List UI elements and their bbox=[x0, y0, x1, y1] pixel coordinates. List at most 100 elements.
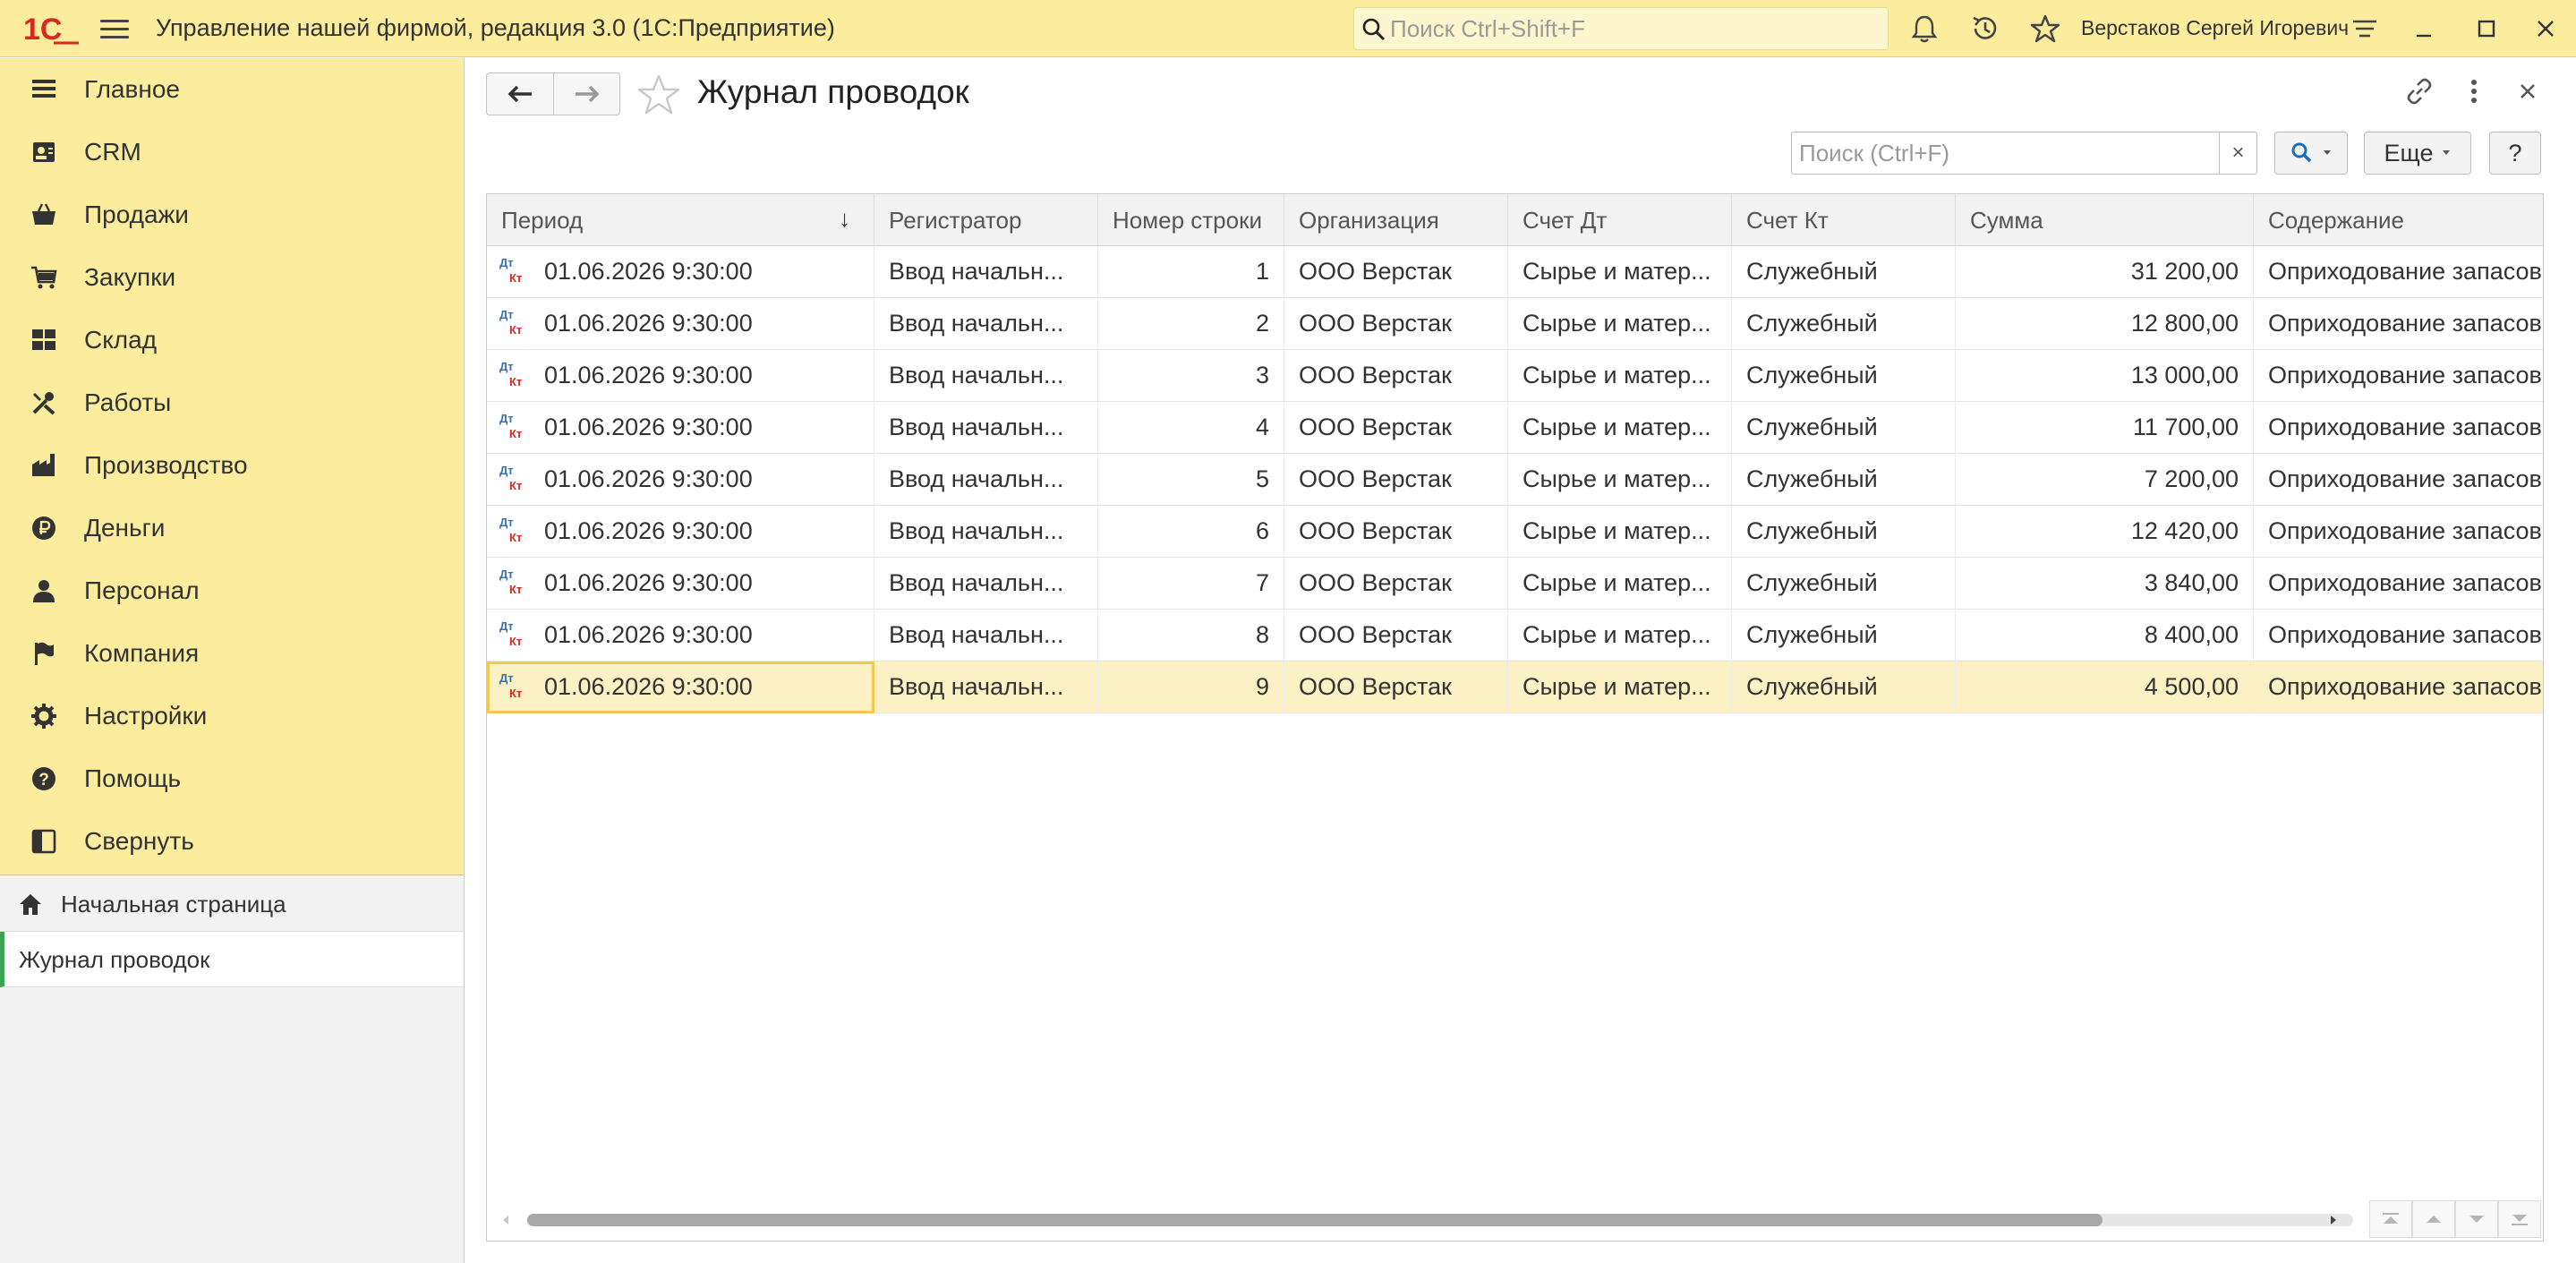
cell-amount: 13 000,00 bbox=[1956, 350, 2254, 402]
settings-menu-icon[interactable] bbox=[2349, 13, 2381, 45]
minimize-icon[interactable] bbox=[2408, 13, 2440, 45]
warehouse-icon bbox=[32, 329, 55, 350]
section-settings[interactable]: Настройки bbox=[0, 687, 464, 746]
section-works[interactable]: Работы bbox=[0, 373, 464, 432]
scroll-left-arrow-icon[interactable] bbox=[501, 1215, 510, 1225]
list-search[interactable]: × bbox=[1791, 132, 2257, 175]
column-header-credit-account[interactable]: Счет Кт bbox=[1732, 194, 1956, 246]
column-header-period[interactable]: Период ↓ bbox=[487, 194, 874, 246]
cell-registrar: Ввод начальн... bbox=[874, 558, 1098, 610]
cell-registrar: Ввод начальн... bbox=[874, 402, 1098, 454]
cell-period: 01.06.2026 9:30:00 bbox=[487, 558, 874, 610]
column-header-debit-account[interactable]: Счет Дт bbox=[1508, 194, 1732, 246]
cell-period: 01.06.2026 9:30:00 bbox=[487, 661, 874, 713]
search-button[interactable] bbox=[2274, 132, 2348, 175]
global-search[interactable] bbox=[1353, 7, 1889, 50]
table-row[interactable]: 01.06.2026 9:30:00 Ввод начальн... 3 ООО Ве… bbox=[487, 350, 2543, 402]
table-row[interactable]: 01.06.2026 9:30:00 Ввод начальн... 9 ООО Ве… bbox=[487, 661, 2543, 713]
section-help[interactable]: ? Помощь bbox=[0, 749, 464, 808]
arrow-left-icon bbox=[508, 85, 532, 103]
scroll-right-arrow-icon[interactable] bbox=[2329, 1215, 2338, 1225]
scroll-to-bottom-button[interactable] bbox=[2498, 1200, 2541, 1238]
table-row[interactable]: 01.06.2026 9:30:00 Ввод начальн... 4 ООО Ве… bbox=[487, 402, 2543, 454]
cart-icon bbox=[31, 266, 57, 289]
bell-icon[interactable] bbox=[1908, 13, 1941, 45]
svg-text:Дт: Дт bbox=[499, 619, 514, 633]
navigation-buttons bbox=[486, 73, 620, 115]
section-label: Компания bbox=[84, 639, 200, 667]
list-search-input[interactable] bbox=[1799, 138, 2211, 168]
sections-panel: Главное CRM Продажи Закупки Склад Работы… bbox=[0, 58, 464, 875]
table-row[interactable]: 01.06.2026 9:30:00 Ввод начальн... 6 ООО Ве… bbox=[487, 506, 2543, 558]
cell-debit-account: Сырье и матер... bbox=[1508, 246, 1732, 298]
cell-organization: ООО Верстак bbox=[1284, 454, 1508, 506]
cell-amount: 4 500,00 bbox=[1956, 661, 2254, 713]
cell-debit-account: Сырье и матер... bbox=[1508, 298, 1732, 350]
section-crm[interactable]: CRM bbox=[0, 123, 464, 182]
add-to-favorites-star-icon[interactable] bbox=[636, 73, 681, 116]
table-row[interactable]: 01.06.2026 9:30:00 Ввод начальн... 7 ООО Ве… bbox=[487, 558, 2543, 610]
cell-registrar: Ввод начальн... bbox=[874, 350, 1098, 402]
page-down-button[interactable] bbox=[2455, 1200, 2498, 1238]
cell-credit-account: Служебный bbox=[1732, 298, 1956, 350]
help-button[interactable]: ? bbox=[2489, 132, 2541, 175]
cell-credit-account: Служебный bbox=[1732, 610, 1956, 661]
cell-line-number: 9 bbox=[1098, 661, 1284, 713]
more-button[interactable]: Еще bbox=[2364, 132, 2471, 175]
1c-logo: 1С bbox=[23, 13, 79, 47]
svg-text:Кт: Кт bbox=[509, 479, 522, 492]
history-icon[interactable] bbox=[1969, 13, 2001, 45]
maximize-icon[interactable] bbox=[2470, 13, 2503, 45]
horizontal-scroll-thumb[interactable] bbox=[527, 1214, 2103, 1226]
section-main[interactable]: Главное bbox=[0, 60, 464, 119]
more-actions-icon[interactable] bbox=[2458, 75, 2490, 107]
dropdown-arrow-icon bbox=[2443, 150, 2451, 155]
cell-period: 01.06.2026 9:30:00 bbox=[487, 454, 874, 506]
table-row[interactable]: 01.06.2026 9:30:00 Ввод начальн... 5 ООО Ве… bbox=[487, 454, 2543, 506]
section-purchases[interactable]: Закупки bbox=[0, 248, 464, 307]
table-row[interactable]: 01.06.2026 9:30:00 Ввод начальн... 8 ООО Ве… bbox=[487, 610, 2543, 661]
open-window-label: Начальная страница bbox=[61, 891, 286, 917]
section-company[interactable]: Компания bbox=[0, 624, 464, 683]
section-sales[interactable]: Продажи bbox=[0, 185, 464, 244]
svg-text:Дт: Дт bbox=[499, 256, 514, 269]
column-header-amount[interactable]: Сумма bbox=[1956, 194, 2254, 246]
section-money[interactable]: Деньги bbox=[0, 499, 464, 558]
section-production[interactable]: Производство bbox=[0, 436, 464, 495]
scroll-to-top-button[interactable] bbox=[2369, 1200, 2412, 1238]
column-header-organization[interactable]: Организация bbox=[1284, 194, 1508, 246]
debit-credit-entry-icon: Дт Кт bbox=[499, 412, 522, 440]
list-icon bbox=[32, 80, 55, 98]
double-down-icon bbox=[2512, 1215, 2528, 1225]
section-collapse[interactable]: Свернуть bbox=[0, 812, 464, 871]
clear-search-button[interactable]: × bbox=[2219, 132, 2256, 174]
section-label: Персонал bbox=[84, 576, 200, 604]
close-form-icon[interactable] bbox=[2512, 75, 2544, 107]
column-header-registrar[interactable]: Регистратор bbox=[874, 194, 1098, 246]
cell-amount: 8 400,00 bbox=[1956, 610, 2254, 661]
main-menu-button[interactable] bbox=[100, 16, 129, 41]
link-icon[interactable] bbox=[2403, 75, 2435, 107]
cell-organization: ООО Верстак bbox=[1284, 506, 1508, 558]
debit-credit-entry-icon: Дт Кт bbox=[499, 308, 522, 337]
svg-text:Дт: Дт bbox=[499, 360, 514, 373]
svg-text:Дт: Дт bbox=[499, 308, 514, 321]
table-header: Период ↓ Регистратор Номер строки Органи… bbox=[487, 194, 2543, 246]
user-name[interactable]: Верстаков Сергей Игоревич bbox=[2081, 16, 2349, 40]
section-personnel[interactable]: Персонал bbox=[0, 561, 464, 620]
section-warehouse[interactable]: Склад bbox=[0, 311, 464, 370]
column-header-content[interactable]: Содержание bbox=[2254, 194, 2543, 246]
table-row[interactable]: 01.06.2026 9:30:00 Ввод начальн... 1 ООО Ве… bbox=[487, 246, 2543, 298]
close-window-icon[interactable] bbox=[2529, 13, 2562, 45]
column-header-line-number[interactable]: Номер строки bbox=[1098, 194, 1284, 246]
forward-button[interactable] bbox=[553, 73, 619, 115]
open-window-journal[interactable]: Журнал проводок bbox=[0, 932, 464, 987]
back-button[interactable] bbox=[487, 73, 553, 115]
cell-debit-account: Сырье и матер... bbox=[1508, 558, 1732, 610]
global-search-input[interactable] bbox=[1390, 13, 1873, 44]
table-row[interactable]: 01.06.2026 9:30:00 Ввод начальн... 2 ООО Ве… bbox=[487, 298, 2543, 350]
cell-debit-account: Сырье и матер... bbox=[1508, 402, 1732, 454]
open-window-home[interactable]: Начальная страница bbox=[0, 876, 464, 932]
page-up-button[interactable] bbox=[2412, 1200, 2455, 1238]
favorites-star-icon[interactable] bbox=[2029, 13, 2061, 45]
